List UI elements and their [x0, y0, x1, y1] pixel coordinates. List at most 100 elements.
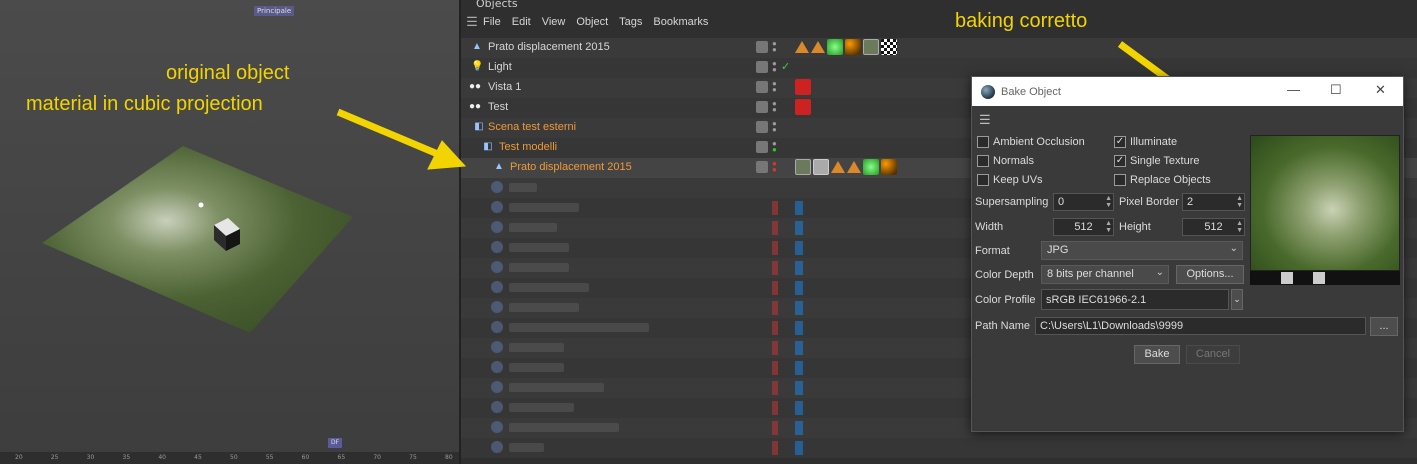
- object-row[interactable]: 💡 Light ● ● ✓: [461, 58, 1417, 78]
- checkbox-label: Replace Objects: [1130, 174, 1211, 186]
- menu-bookmarks[interactable]: Bookmarks: [653, 16, 708, 28]
- layer-icon[interactable]: [756, 61, 768, 73]
- checkbox-box[interactable]: [977, 155, 989, 167]
- menu-object[interactable]: Object: [576, 16, 608, 28]
- object-row[interactable]: ▲ Prato displacement 2015 ● ●: [461, 38, 1417, 58]
- color-profile-dropdown-button[interactable]: ⌄: [1231, 289, 1243, 310]
- timeline-ruler[interactable]: 20 25 30 35 40 45 50 55 60 65 70 75 80: [0, 452, 459, 464]
- layer-icon[interactable]: [756, 141, 768, 153]
- texture-tag-icon[interactable]: [795, 159, 811, 175]
- ambient-occlusion-checkbox[interactable]: Ambient Occlusion: [977, 136, 1085, 148]
- maximize-icon[interactable]: ☐: [1330, 82, 1342, 98]
- color-depth-dropdown[interactable]: 8 bits per channel ⌄: [1041, 265, 1169, 284]
- color-profile-field[interactable]: sRGB IEC61966-2.1: [1041, 289, 1229, 310]
- hamburger-icon[interactable]: ☰: [461, 14, 483, 30]
- close-icon[interactable]: ✕: [1375, 82, 1386, 98]
- menubar: ☰ File Edit View Object Tags Bookmarks: [461, 12, 1417, 32]
- field-value: sRGB IEC61966-2.1: [1046, 294, 1147, 306]
- viewport-3d[interactable]: Principale original object material in c…: [0, 0, 461, 464]
- path-name-input[interactable]: C:\Users\L1\Downloads\9999: [1035, 317, 1366, 335]
- browse-button[interactable]: ...: [1370, 317, 1398, 336]
- cancel-button[interactable]: Cancel: [1186, 345, 1240, 364]
- obscured-row: [461, 438, 1417, 458]
- layer-icon[interactable]: [756, 161, 768, 173]
- preview-slider[interactable]: [1250, 271, 1400, 285]
- menu-tags[interactable]: Tags: [619, 16, 642, 28]
- checkbox-box[interactable]: [977, 174, 989, 186]
- visibility-dots-icon[interactable]: ● ●: [772, 80, 778, 94]
- checker-tag-icon[interactable]: [881, 39, 897, 55]
- render-camera-tag-icon[interactable]: [795, 99, 811, 115]
- menu-view[interactable]: View: [542, 16, 566, 28]
- ground-plane[interactable]: [42, 146, 353, 333]
- obscured-marker: [772, 361, 778, 375]
- layer-icon[interactable]: [756, 101, 768, 113]
- dialog-menu-icon[interactable]: ☰: [979, 112, 991, 128]
- normals-checkbox[interactable]: Normals: [977, 155, 1034, 167]
- menu-edit[interactable]: Edit: [512, 16, 531, 28]
- stepper-icon[interactable]: ▲ ▼: [1236, 195, 1243, 209]
- material-tag-icon[interactable]: [827, 39, 843, 55]
- preview-slider-handle[interactable]: [1313, 272, 1325, 284]
- obscured-tag: [795, 341, 803, 355]
- checkbox-box[interactable]: ✓: [1114, 155, 1126, 167]
- phong-tag-icon[interactable]: [847, 161, 861, 173]
- layer-icon[interactable]: [756, 41, 768, 53]
- texture-tag-icon[interactable]: [813, 159, 829, 175]
- height-input[interactable]: 512 ▲ ▼: [1182, 218, 1245, 236]
- visibility-dots-icon[interactable]: ● ●: [772, 140, 778, 154]
- visibility-dots-icon[interactable]: ● ●: [772, 60, 778, 74]
- visibility-dots-icon[interactable]: ● ●: [772, 160, 778, 174]
- ruler-tick-label: 35: [122, 454, 131, 461]
- ruler-tick-label: 20: [15, 454, 23, 461]
- phong-tag-icon[interactable]: [811, 41, 825, 53]
- phong-tag-icon[interactable]: [831, 161, 845, 173]
- replace-objects-checkbox[interactable]: Replace Objects: [1114, 174, 1211, 186]
- obscured-tag: [795, 281, 803, 295]
- ruler-tick-label: 45: [194, 454, 202, 461]
- enabled-check-icon[interactable]: ✓: [781, 60, 790, 73]
- width-input[interactable]: 512 ▲ ▼: [1053, 218, 1114, 236]
- bake-button[interactable]: Bake: [1134, 345, 1180, 364]
- keep-uvs-checkbox[interactable]: Keep UVs: [977, 174, 1043, 186]
- texture-tag-icon[interactable]: [863, 39, 879, 55]
- visibility-dots-icon[interactable]: ● ●: [772, 120, 778, 134]
- render-camera-tag-icon[interactable]: [795, 79, 811, 95]
- checkbox-box[interactable]: ✓: [1114, 136, 1126, 148]
- multi-sphere-tag-icon[interactable]: [881, 159, 897, 175]
- options-button[interactable]: Options...: [1176, 265, 1244, 284]
- stepper-icon[interactable]: ▲ ▼: [1105, 195, 1112, 209]
- illuminate-checkbox[interactable]: ✓ Illuminate: [1114, 136, 1177, 148]
- obscured-marker: [772, 381, 778, 395]
- phong-tag-icon[interactable]: [795, 41, 809, 53]
- dropdown-value: 8 bits per channel: [1047, 268, 1134, 280]
- visibility-dots-icon[interactable]: ● ●: [772, 40, 778, 54]
- dialog-titlebar[interactable]: Bake Object — ☐ ✕: [972, 77, 1403, 106]
- dialog-title: Bake Object: [1001, 85, 1061, 98]
- obscured-name: [509, 323, 649, 332]
- visibility-dots-icon[interactable]: ● ●: [772, 100, 778, 114]
- minimize-icon[interactable]: —: [1287, 82, 1300, 97]
- obscured-tag: [795, 441, 803, 455]
- obscured-icon: [491, 421, 503, 433]
- single-texture-checkbox[interactable]: ✓ Single Texture: [1114, 155, 1200, 167]
- supersampling-input[interactable]: 0 ▲ ▼: [1053, 193, 1114, 211]
- checkbox-box[interactable]: [977, 136, 989, 148]
- ruler-tick-label: 55: [265, 454, 274, 461]
- pixel-border-input[interactable]: 2 ▲ ▼: [1182, 193, 1245, 211]
- annotation-original-object: original object: [166, 62, 290, 84]
- light-gizmo[interactable]: [198, 202, 204, 208]
- layer-icon[interactable]: [756, 121, 768, 133]
- material-tag-icon[interactable]: [863, 159, 879, 175]
- format-dropdown[interactable]: JPG ⌄: [1041, 241, 1243, 260]
- multi-sphere-tag-icon[interactable]: [845, 39, 861, 55]
- stepper-icon[interactable]: ▲ ▼: [1105, 220, 1112, 234]
- ruler-tick-label: 50: [230, 454, 238, 461]
- stepper-icon[interactable]: ▲ ▼: [1236, 220, 1243, 234]
- checkbox-box[interactable]: [1114, 174, 1126, 186]
- menu-file[interactable]: File: [483, 16, 501, 28]
- preview-slider-handle[interactable]: [1281, 272, 1293, 284]
- obscured-name: [509, 203, 579, 212]
- layer-icon[interactable]: [756, 81, 768, 93]
- obscured-icon: [491, 401, 503, 413]
